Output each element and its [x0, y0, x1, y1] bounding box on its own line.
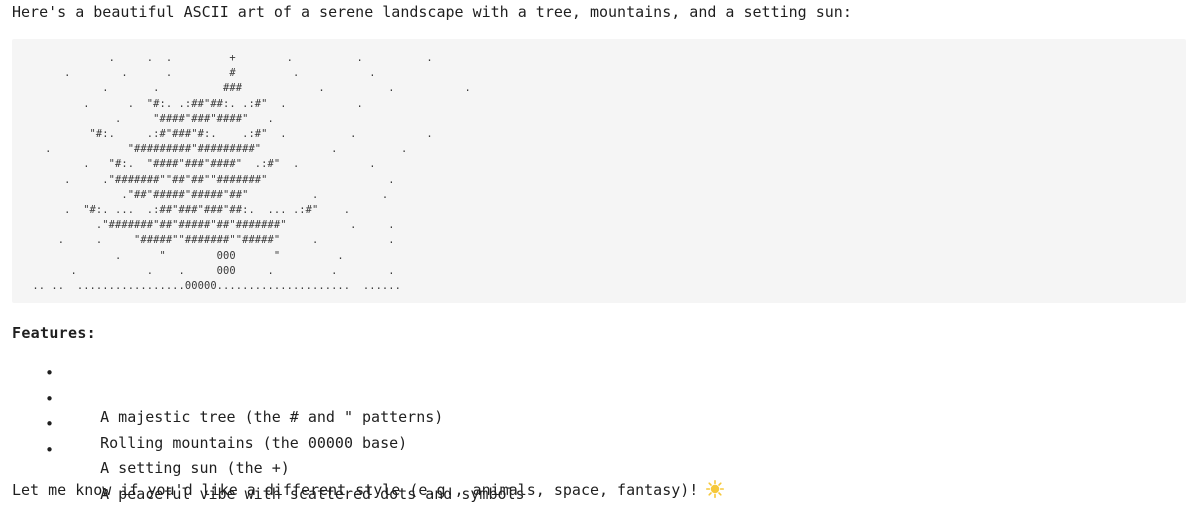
features-heading: Features: [12, 324, 96, 342]
bullet: • [45, 440, 55, 459]
list-item: • A peaceful vibe with scattered dots an… [45, 439, 525, 503]
bullet: • [45, 389, 55, 408]
bullet: • [45, 415, 55, 433]
features-list: • A majestic tree (the # and " patterns)… [45, 362, 525, 503]
bullet: • [45, 364, 55, 382]
list-item: • A setting sun (the +) [45, 413, 525, 477]
list-item: • Rolling mountains (the 00000 base) [45, 388, 525, 452]
intro-text: Here's a beautiful ASCII art of a serene… [12, 3, 852, 21]
sun-emoji-icon [706, 480, 725, 499]
ascii-art: . . . + . . . . . . # . . . . ### . . . … [32, 52, 471, 293]
list-item: • A majestic tree (the # and " patterns) [45, 362, 525, 426]
outro-message: Let me know if you'd like a different st… [12, 481, 699, 499]
ascii-art-block: . . . + . . . . . . # . . . . ### . . . … [12, 39, 1186, 303]
outro-text: Let me know if you'd like a different st… [12, 480, 725, 500]
